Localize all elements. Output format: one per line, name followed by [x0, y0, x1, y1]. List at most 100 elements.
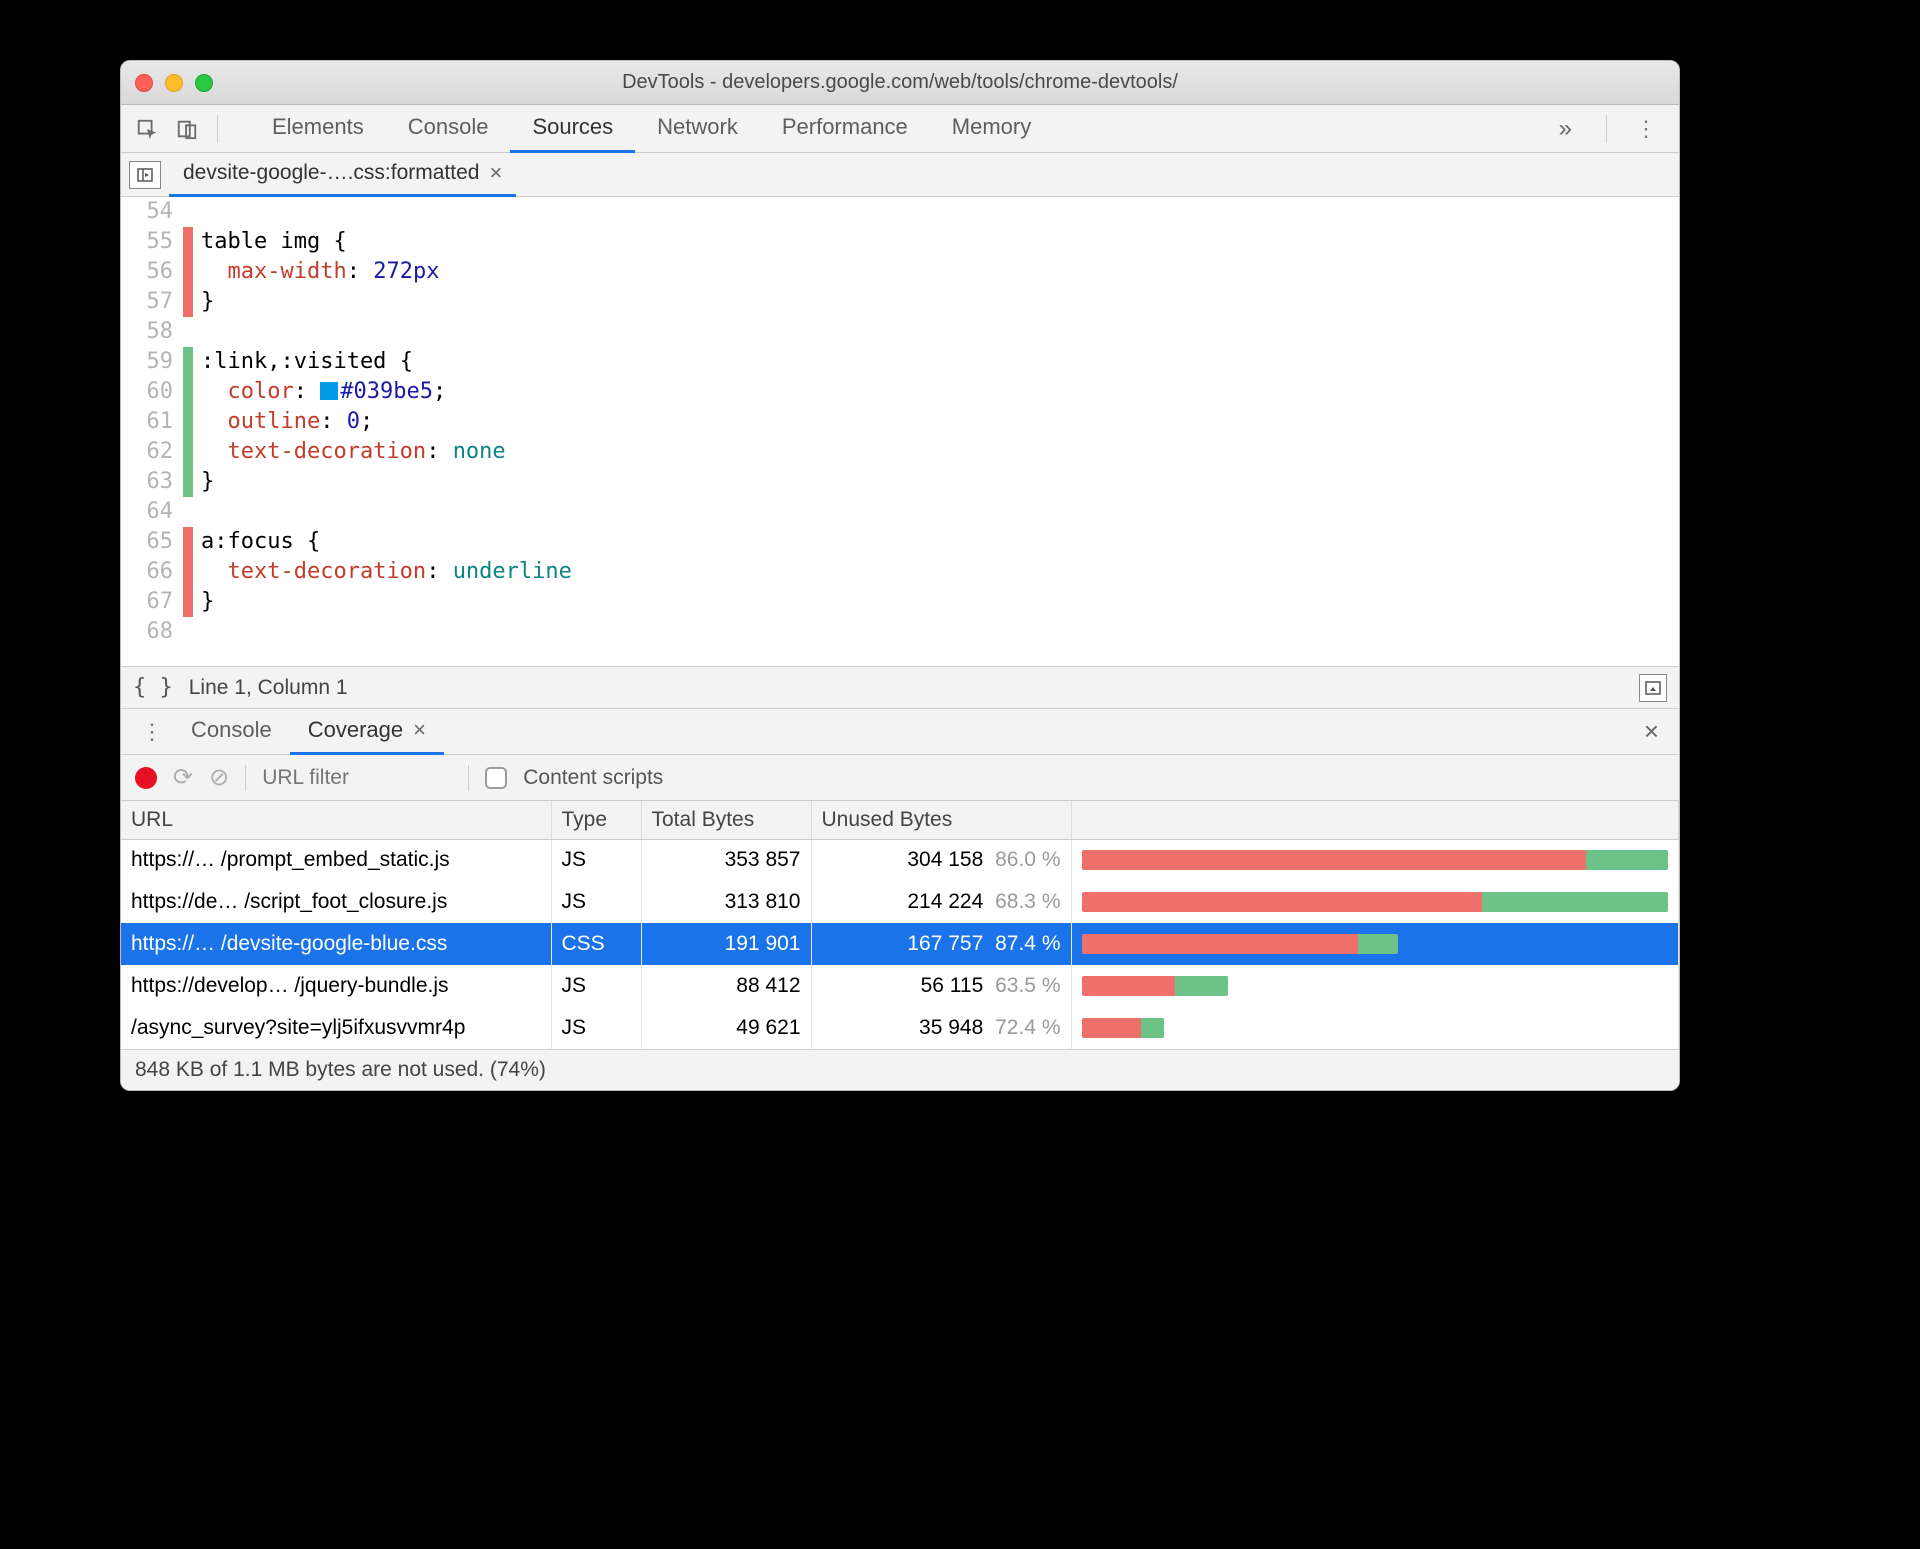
drawer-tab-coverage[interactable]: Coverage×: [290, 709, 444, 755]
drawer-menu-icon[interactable]: ⋮: [131, 719, 173, 745]
table-row[interactable]: https://de… /script_foot_closure.jsJS313…: [121, 881, 1679, 923]
separator: [1606, 115, 1607, 143]
separator: [245, 765, 246, 791]
tab-performance[interactable]: Performance: [760, 105, 930, 153]
code-line: [201, 317, 572, 347]
line-number: 58: [121, 317, 173, 347]
code-line: }: [201, 287, 572, 317]
coverage-marker: [183, 497, 193, 527]
source-editor[interactable]: 545556575859606162636465666768 table img…: [121, 197, 1679, 667]
code-line: [201, 617, 572, 647]
line-number: 54: [121, 197, 173, 227]
pretty-print-icon[interactable]: { }: [133, 675, 173, 700]
table-row[interactable]: https://… /devsite-google-blue.cssCSS191…: [121, 923, 1679, 965]
coverage-marker: [183, 227, 193, 257]
table-row[interactable]: /async_survey?site=ylj5ifxusvvmr4pJS49 6…: [121, 1007, 1679, 1049]
drawer-tab-console[interactable]: Console: [173, 709, 290, 755]
code-line: a:focus {: [201, 527, 572, 557]
file-tab-label: devsite-google-….css:formatted: [183, 161, 479, 185]
cell-usage-bar: [1071, 923, 1679, 965]
titlebar: DevTools - developers.google.com/web/too…: [121, 61, 1679, 105]
cell-url: https://… /prompt_embed_static.js: [121, 839, 551, 881]
line-number: 63: [121, 467, 173, 497]
coverage-marker: [183, 407, 193, 437]
code-line: text-decoration: underline: [201, 557, 572, 587]
header-total[interactable]: Total Bytes: [641, 801, 811, 839]
table-row[interactable]: https://develop… /jquery-bundle.jsJS88 4…: [121, 965, 1679, 1007]
cell-url: https://de… /script_foot_closure.js: [121, 881, 551, 923]
cell-url: https://develop… /jquery-bundle.js: [121, 965, 551, 1007]
cursor-position: Line 1, Column 1: [189, 676, 348, 700]
cell-unused-bytes: 304 158 86.0 %: [811, 839, 1071, 881]
coverage-marker: [183, 197, 193, 227]
devtools-window: DevTools - developers.google.com/web/too…: [120, 60, 1680, 1091]
header-url[interactable]: URL: [121, 801, 551, 839]
table-row[interactable]: https://… /prompt_embed_static.jsJS353 8…: [121, 839, 1679, 881]
navigator-toggle-icon[interactable]: [129, 161, 161, 189]
code-line: color: #039be5;: [201, 377, 572, 407]
drawer-tab-label: Console: [191, 717, 272, 743]
coverage-marker: [183, 257, 193, 287]
url-filter-input[interactable]: [262, 766, 452, 790]
code-line: }: [201, 587, 572, 617]
line-number: 66: [121, 557, 173, 587]
cell-type: JS: [551, 839, 641, 881]
inspect-element-icon[interactable]: [131, 113, 163, 145]
coverage-marker: [183, 347, 193, 377]
block-icon[interactable]: ⊘: [209, 763, 229, 792]
content-scripts-label: Content scripts: [523, 766, 663, 790]
source-tab-bar: devsite-google-….css:formatted ×: [121, 153, 1679, 197]
tab-elements[interactable]: Elements: [250, 105, 386, 153]
cell-type: CSS: [551, 923, 641, 965]
close-drawer-icon[interactable]: ×: [1634, 716, 1669, 747]
cell-type: JS: [551, 1007, 641, 1049]
line-number: 67: [121, 587, 173, 617]
header-type[interactable]: Type: [551, 801, 641, 839]
cell-unused-bytes: 56 115 63.5 %: [811, 965, 1071, 1007]
coverage-marker: [183, 527, 193, 557]
cell-usage-bar: [1071, 881, 1679, 923]
cell-total-bytes: 313 810: [641, 881, 811, 923]
coverage-table: URL Type Total Bytes Unused Bytes https:…: [121, 801, 1679, 1049]
settings-menu-icon[interactable]: ⋮: [1621, 116, 1669, 142]
cell-url: https://… /devsite-google-blue.css: [121, 923, 551, 965]
line-number: 59: [121, 347, 173, 377]
cell-type: JS: [551, 965, 641, 1007]
coverage-marker: [183, 617, 193, 647]
header-bar[interactable]: [1071, 801, 1679, 839]
window-title: DevTools - developers.google.com/web/too…: [121, 71, 1679, 94]
reload-icon[interactable]: ⟳: [173, 763, 193, 792]
zoom-window-button[interactable]: [195, 74, 213, 92]
cell-total-bytes: 49 621: [641, 1007, 811, 1049]
cell-type: JS: [551, 881, 641, 923]
more-panels-button[interactable]: »: [1539, 115, 1592, 143]
close-icon[interactable]: ×: [413, 717, 426, 743]
coverage-marker: [183, 377, 193, 407]
cell-unused-bytes: 167 757 87.4 %: [811, 923, 1071, 965]
coverage-marker: [183, 317, 193, 347]
device-toggle-icon[interactable]: [171, 113, 203, 145]
line-number: 61: [121, 407, 173, 437]
cell-usage-bar: [1071, 839, 1679, 881]
minimize-window-button[interactable]: [165, 74, 183, 92]
line-number: 56: [121, 257, 173, 287]
coverage-marker: [183, 467, 193, 497]
header-unused[interactable]: Unused Bytes: [811, 801, 1071, 839]
tab-console[interactable]: Console: [386, 105, 511, 153]
tab-sources[interactable]: Sources: [510, 105, 635, 153]
tab-memory[interactable]: Memory: [930, 105, 1053, 153]
line-number: 57: [121, 287, 173, 317]
content-scripts-checkbox[interactable]: [485, 767, 507, 789]
line-number: 60: [121, 377, 173, 407]
tab-network[interactable]: Network: [635, 105, 760, 153]
cell-unused-bytes: 35 948 72.4 %: [811, 1007, 1071, 1049]
sidebar-toggle-icon[interactable]: [1639, 674, 1667, 702]
close-window-button[interactable]: [135, 74, 153, 92]
record-button[interactable]: [135, 767, 157, 789]
file-tab[interactable]: devsite-google-….css:formatted ×: [169, 153, 516, 197]
coverage-marker: [183, 557, 193, 587]
code-line: max-width: 272px: [201, 257, 572, 287]
main-toolbar: ElementsConsoleSourcesNetworkPerformance…: [121, 105, 1679, 153]
close-icon[interactable]: ×: [489, 160, 502, 186]
coverage-toolbar: ⟳ ⊘ Content scripts: [121, 755, 1679, 801]
